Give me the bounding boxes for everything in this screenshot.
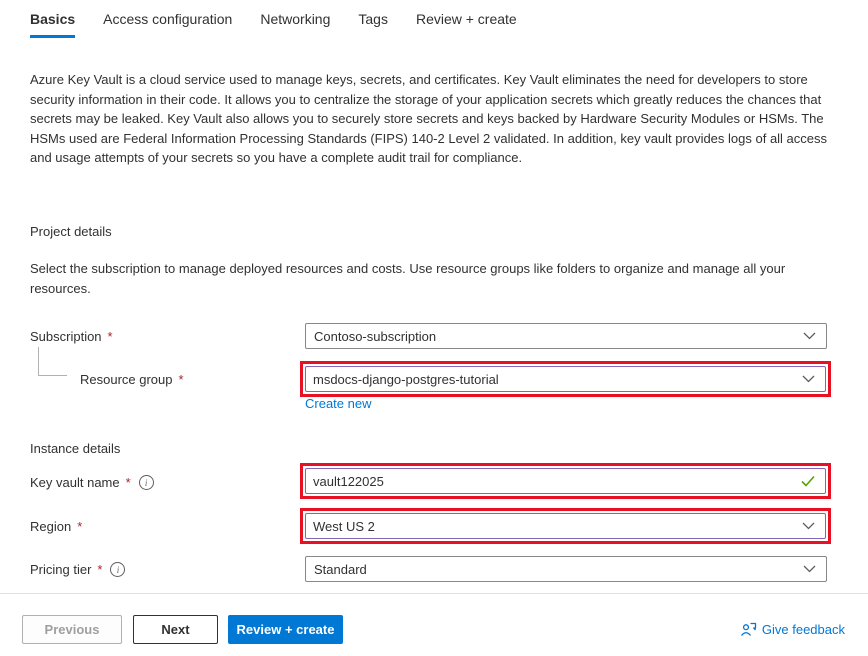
resource-group-dropdown[interactable]: msdocs-django-postgres-tutorial [305,366,826,392]
key-vault-name-highlight-box: vault122025 [300,463,831,499]
give-feedback-link[interactable]: Give feedback [740,621,845,637]
chevron-down-icon [803,565,816,573]
required-asterisk: * [77,519,82,534]
subscription-value: Contoso-subscription [314,329,436,344]
service-description: Azure Key Vault is a cloud service used … [30,70,844,168]
key-vault-name-label-text: Key vault name [30,475,120,490]
tab-access-configuration[interactable]: Access configuration [103,11,232,38]
required-asterisk: * [179,372,184,387]
footer-divider [0,593,868,594]
resource-group-connector-line [38,347,67,376]
pricing-tier-value: Standard [314,562,367,577]
instance-details-heading: Instance details [30,441,120,456]
resource-group-label: Resource group * [80,372,184,387]
key-vault-name-input[interactable]: vault122025 [305,468,826,494]
tab-tags[interactable]: Tags [358,11,388,38]
subscription-label-text: Subscription [30,329,102,344]
chevron-down-icon [802,375,815,383]
resource-group-highlight-box: msdocs-django-postgres-tutorial [300,361,831,397]
pricing-tier-label-text: Pricing tier [30,562,91,577]
region-label-text: Region [30,519,71,534]
create-new-link[interactable]: Create new [305,396,371,411]
region-dropdown[interactable]: West US 2 [305,513,826,539]
region-value: West US 2 [313,519,375,534]
required-asterisk: * [126,475,131,490]
wizard-tabs: Basics Access configuration Networking T… [30,11,517,38]
feedback-icon [740,621,757,637]
pricing-tier-dropdown[interactable]: Standard [305,556,827,582]
previous-button[interactable]: Previous [22,615,122,644]
info-icon[interactable]: i [139,475,154,490]
key-vault-name-value: vault122025 [313,474,384,489]
valid-checkmark-icon [801,476,815,487]
key-vault-name-label: Key vault name * i [30,475,154,490]
pricing-tier-label: Pricing tier * i [30,562,125,577]
required-asterisk: * [97,562,102,577]
tab-review-create[interactable]: Review + create [416,11,517,38]
required-asterisk: * [108,329,113,344]
region-highlight-box: West US 2 [300,508,831,544]
chevron-down-icon [803,332,816,340]
info-icon[interactable]: i [110,562,125,577]
create-key-vault-basics-page: Basics Access configuration Networking T… [0,0,868,656]
tab-networking[interactable]: Networking [260,11,330,38]
subscription-label: Subscription * [30,329,113,344]
subscription-dropdown[interactable]: Contoso-subscription [305,323,827,349]
give-feedback-label: Give feedback [762,622,845,637]
tab-basics[interactable]: Basics [30,11,75,38]
resource-group-value: msdocs-django-postgres-tutorial [313,372,499,387]
chevron-down-icon [802,522,815,530]
resource-group-label-text: Resource group [80,372,173,387]
review-create-button[interactable]: Review + create [228,615,343,644]
project-details-subtitle: Select the subscription to manage deploy… [30,259,836,298]
project-details-heading: Project details [30,224,112,239]
region-label: Region * [30,519,82,534]
next-button[interactable]: Next [133,615,218,644]
